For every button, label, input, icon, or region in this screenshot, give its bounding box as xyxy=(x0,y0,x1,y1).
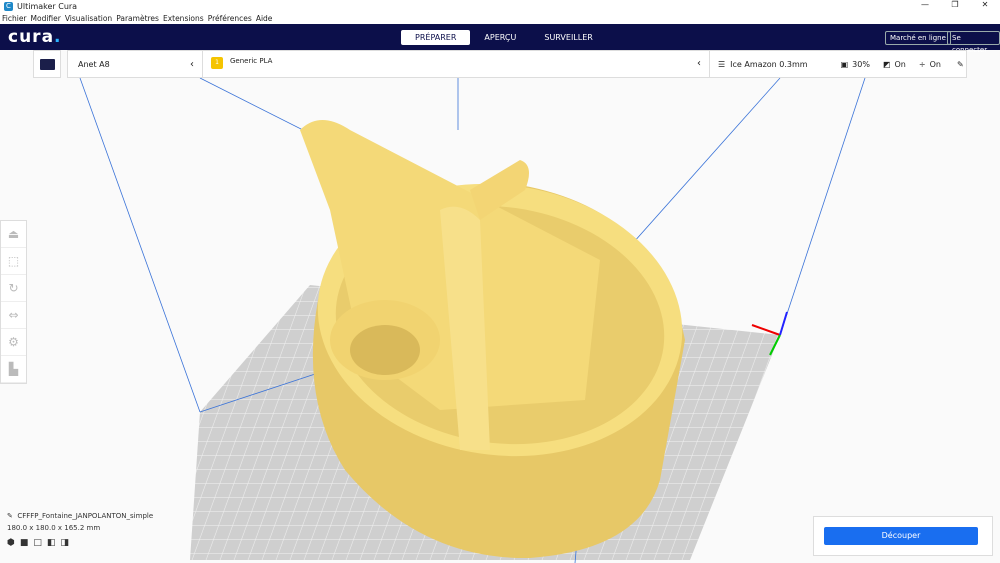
material-name: Generic PLA xyxy=(230,57,273,65)
mirror-tool-icon[interactable]: ⇔ xyxy=(1,302,26,329)
profile-icon: ☰ xyxy=(718,59,726,69)
chevron-left-icon: ‹ xyxy=(190,58,194,70)
object-dimensions: 180.0 x 180.0 x 165.2 mm xyxy=(7,524,101,532)
view-right-icon[interactable]: ◨ xyxy=(60,538,74,548)
build-plate-viewport[interactable] xyxy=(0,50,1000,563)
object-info: ✎ CFFFP_Fontaine_JANPOLANTON_simple 180.… xyxy=(7,512,153,548)
pencil-icon[interactable]: ✎ xyxy=(7,512,13,520)
material-selector[interactable]: 1 Generic PLA ‹ xyxy=(202,50,710,78)
view-front-icon[interactable]: ■ xyxy=(20,538,34,548)
per-model-settings-icon[interactable]: ⚙ xyxy=(1,329,26,356)
view-top-icon[interactable]: □ xyxy=(33,538,47,548)
menu-fichier[interactable]: Fichier xyxy=(2,14,27,23)
menu-parametres[interactable]: Paramètres xyxy=(116,14,159,23)
folder-icon xyxy=(39,58,55,70)
move-tool-icon[interactable]: ⏏ xyxy=(1,221,26,248)
profile-name: Ice Amazon 0.3mm xyxy=(730,59,808,69)
infill-icon: ▣ xyxy=(840,59,849,69)
slice-panel: Découper xyxy=(813,516,993,556)
window-title: Ultimaker Cura xyxy=(17,1,78,11)
sign-in-button[interactable]: Se connecter xyxy=(947,31,1000,54)
menu-aide[interactable]: Aide xyxy=(256,14,273,23)
menu-bar: Fichier Modifier Visualisation Paramètre… xyxy=(0,12,1000,24)
chevron-left-icon: ‹ xyxy=(697,58,701,69)
title-bar: C Ultimaker Cura — ❐ ✕ xyxy=(0,0,1000,12)
close-button[interactable]: ✕ xyxy=(970,0,1000,9)
menu-preferences[interactable]: Préférences xyxy=(208,14,252,23)
edit-pencil-icon: ✎ xyxy=(956,59,964,69)
adhesion-icon: ÷ xyxy=(918,59,926,69)
axis-z xyxy=(779,311,788,336)
marketplace-button[interactable]: Marché en ligne xyxy=(885,31,951,45)
support-icon: ◩ xyxy=(882,59,891,69)
cura-app-icon: C xyxy=(4,1,13,11)
support-value: On xyxy=(894,59,906,69)
printer-selector[interactable]: Anet A8 ‹ xyxy=(67,50,203,78)
tab-apercu[interactable]: APERÇU xyxy=(470,30,530,45)
rotate-tool-icon[interactable]: ↻ xyxy=(1,275,26,302)
maximize-button[interactable]: ❐ xyxy=(940,0,970,9)
slice-button[interactable]: Découper xyxy=(824,527,978,545)
view-3d-icon[interactable]: ⬢ xyxy=(7,538,20,548)
tab-preparer[interactable]: PRÉPARER xyxy=(401,30,471,45)
tool-sidebar: ⏏ ⬚ ↻ ⇔ ⚙ ▙ xyxy=(0,220,27,384)
scale-tool-icon[interactable]: ⬚ xyxy=(1,248,26,275)
printer-name: Anet A8 xyxy=(78,59,110,69)
print-settings-selector[interactable]: ☰ Ice Amazon 0.3mm ▣ 30% ◩ On ÷ On ✎ xyxy=(709,50,967,78)
infill-value: 30% xyxy=(852,59,870,69)
view-left-icon[interactable]: ◧ xyxy=(47,538,61,548)
support-blocker-icon[interactable]: ▙ xyxy=(1,356,26,383)
tab-surveiller[interactable]: SURVEILLER xyxy=(530,30,606,45)
adhesion-value: On xyxy=(929,59,941,69)
cura-logo: cura. xyxy=(8,27,62,47)
open-file-button[interactable] xyxy=(33,50,61,78)
minimize-button[interactable]: — xyxy=(910,0,940,9)
menu-modifier[interactable]: Modifier xyxy=(31,14,61,23)
object-name: CFFFP_Fontaine_JANPOLANTON_simple xyxy=(17,512,154,520)
top-header: cura. PRÉPARER APERÇU SURVEILLER Marché … xyxy=(0,24,1000,54)
extruder-badge: 1 xyxy=(211,57,223,69)
menu-visualisation[interactable]: Visualisation xyxy=(65,14,112,23)
menu-extensions[interactable]: Extensions xyxy=(163,14,204,23)
